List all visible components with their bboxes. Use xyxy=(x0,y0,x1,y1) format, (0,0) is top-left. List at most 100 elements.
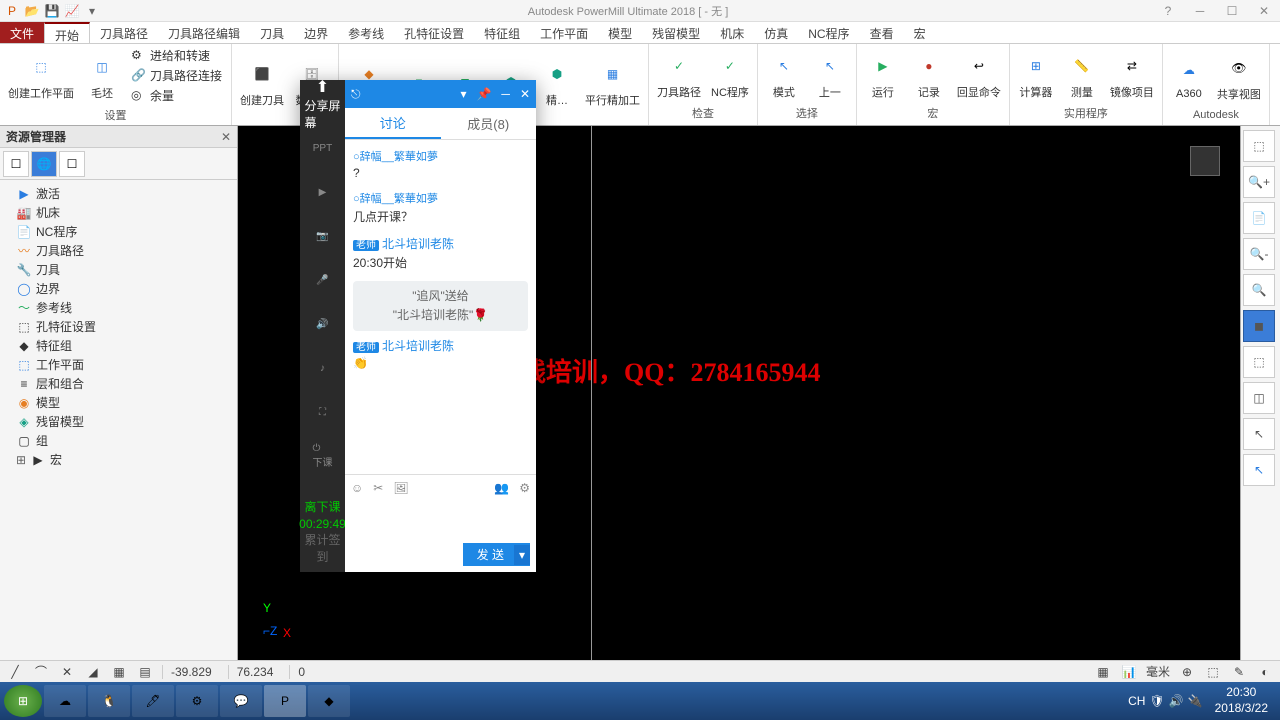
thickness-button[interactable]: ◎余量 xyxy=(128,86,225,105)
tab-macro[interactable]: 宏 xyxy=(904,22,936,43)
share-screen-button[interactable]: ⬆分享屏幕 xyxy=(305,86,341,122)
tree-item[interactable]: ◈残留模型 xyxy=(4,412,233,431)
video-button[interactable]: ▶ xyxy=(305,174,341,210)
tray-icon[interactable]: 🔌 xyxy=(1188,694,1203,708)
mic-button[interactable]: 🎤 xyxy=(305,262,341,298)
chat-close-icon[interactable]: ✕ xyxy=(520,87,530,101)
taskbar-app[interactable]: ⚙ xyxy=(176,685,218,717)
tree-item[interactable]: ◉模型 xyxy=(4,393,233,412)
emoji-icon[interactable]: ☺ xyxy=(351,481,363,495)
tree-item[interactable]: ⊞▶宏 xyxy=(4,450,233,469)
tree-item[interactable]: ◯边界 xyxy=(4,279,233,298)
tree-item[interactable]: 〰刀具路径 xyxy=(4,241,233,260)
tab-stock[interactable]: 残留模型 xyxy=(642,22,710,43)
explorer-close-icon[interactable]: ✕ xyxy=(221,130,231,144)
status-icon[interactable]: ⊕ xyxy=(1178,663,1196,681)
toolpath-link-button[interactable]: 🔗刀具路径连接 xyxy=(128,66,225,85)
create-workplane-button[interactable]: ⬚创建工作平面 xyxy=(6,49,76,103)
tab-file[interactable]: 文件 xyxy=(0,22,44,43)
tree-item[interactable]: ▶激活 xyxy=(4,184,233,203)
chat-share-icon[interactable]: ⎋ xyxy=(351,87,361,102)
chat-messages[interactable]: ○辞幅__繁華如夢? ○辞幅__繁華如夢几点开课？ 老师北斗培训老陈20:30开… xyxy=(345,140,536,474)
tree-item[interactable]: ▢组 xyxy=(4,431,233,450)
cursor-tool[interactable]: ↖ xyxy=(1243,418,1275,450)
tab-model[interactable]: 模型 xyxy=(598,22,642,43)
status-icon[interactable]: ✕ xyxy=(58,663,76,681)
status-icon[interactable]: ◢ xyxy=(84,663,102,681)
tree-item[interactable]: 📄NC程序 xyxy=(4,222,233,241)
tab-tools[interactable]: 刀具 xyxy=(250,22,294,43)
tab-holes[interactable]: 孔特征设置 xyxy=(394,22,474,43)
taskbar-app[interactable]: 🖊 xyxy=(132,685,174,717)
explorer-tool1[interactable]: ☐ xyxy=(3,151,29,177)
tab-home[interactable]: 开始 xyxy=(44,22,90,43)
strategy4-button[interactable]: ⬢精… xyxy=(537,56,577,110)
music-button[interactable]: ♪ xyxy=(305,350,341,386)
tree-item[interactable]: 〜参考线 xyxy=(4,298,233,317)
minimize-icon[interactable]: ─ xyxy=(1188,4,1212,18)
view-tool-iso[interactable]: ⬚ xyxy=(1243,130,1275,162)
cube-tool[interactable]: ◫ xyxy=(1243,382,1275,414)
tab-toolpath[interactable]: 刀具路径 xyxy=(90,22,158,43)
save-icon[interactable]: 💾 xyxy=(44,3,60,19)
taskbar-app[interactable]: ☁ xyxy=(44,685,86,717)
calculator-button[interactable]: ⊞计算器 xyxy=(1016,48,1056,102)
chat-dropdown-icon[interactable]: ▾ xyxy=(460,87,466,101)
ppt-button[interactable]: PPT xyxy=(305,130,341,166)
tab-toolpath-edit[interactable]: 刀具路径编辑 xyxy=(158,22,250,43)
tab-boundary[interactable]: 边界 xyxy=(294,22,338,43)
arc-tool-icon[interactable]: ⌒ xyxy=(32,663,50,681)
create-tool-button[interactable]: ⬛创建刀具 xyxy=(238,56,286,110)
image-icon[interactable]: 🖼 xyxy=(393,481,408,495)
status-icon[interactable]: ▦ xyxy=(110,663,128,681)
chat-minimize-icon[interactable]: ─ xyxy=(501,87,510,101)
users-icon[interactable]: 👥 xyxy=(494,481,509,495)
status-icon[interactable]: ✎ xyxy=(1230,663,1248,681)
check-toolpath-button[interactable]: ✓刀具路径 xyxy=(655,48,703,102)
cursor2-tool[interactable]: ↖ xyxy=(1243,454,1275,486)
status-icon[interactable]: ◐ xyxy=(1256,663,1274,681)
zoom-fit-icon[interactable]: 🔍 xyxy=(1243,274,1275,306)
status-icon[interactable]: ▦ xyxy=(1094,663,1112,681)
run-button[interactable]: ▶运行 xyxy=(863,48,903,102)
help-icon[interactable]: ? xyxy=(1156,4,1180,18)
stock-button[interactable]: ◫毛坯 xyxy=(82,49,122,103)
select-mode-button[interactable]: ↖模式 xyxy=(764,48,804,102)
tab-view[interactable]: 查看 xyxy=(860,22,904,43)
measure-button[interactable]: 📏测量 xyxy=(1062,48,1102,102)
expand-button[interactable]: ⛶ xyxy=(305,394,341,430)
tab-workplane[interactable]: 工作平面 xyxy=(530,22,598,43)
tree-item[interactable]: 🔧刀具 xyxy=(4,260,233,279)
ime-indicator[interactable]: CH xyxy=(1128,694,1145,708)
zoom-in-icon[interactable]: 🔍+ xyxy=(1243,166,1275,198)
select-prev-button[interactable]: ↖上一 xyxy=(810,48,850,102)
tree-item[interactable]: ◆特征组 xyxy=(4,336,233,355)
start-button[interactable]: ⊞ xyxy=(4,685,42,717)
zoom-out-icon[interactable]: 🔍- xyxy=(1243,238,1275,270)
tab-feature[interactable]: 特征组 xyxy=(474,22,530,43)
qat-dropdown-icon[interactable]: ▾ xyxy=(84,3,100,19)
status-icon[interactable]: ⬚ xyxy=(1204,663,1222,681)
tree-item[interactable]: 🏭机床 xyxy=(4,203,233,222)
tray-icon[interactable]: 🛡 xyxy=(1149,694,1164,708)
tree-item[interactable]: ⬚工作平面 xyxy=(4,355,233,374)
tray-icon[interactable]: 🔊 xyxy=(1169,694,1184,708)
chat-pin-icon[interactable]: 📌 xyxy=(476,87,491,101)
share-view-button[interactable]: 👁共享视图 xyxy=(1215,50,1263,104)
line-tool-icon[interactable]: ╱ xyxy=(6,663,24,681)
feed-speed-button[interactable]: ⚙进给和转速 xyxy=(128,46,225,65)
scissors-icon[interactable]: ✂ xyxy=(373,481,383,495)
taskbar-app[interactable]: ◆ xyxy=(308,685,350,717)
close-icon[interactable]: ✕ xyxy=(1252,4,1276,18)
taskbar-powermill[interactable]: P xyxy=(264,685,306,717)
power-button[interactable]: ⏻下课 xyxy=(305,438,341,474)
status-icon[interactable]: 📊 xyxy=(1120,663,1138,681)
view-cube[interactable] xyxy=(1190,146,1220,176)
mirror-button[interactable]: ⇄镜像项目 xyxy=(1108,48,1156,102)
tab-refline[interactable]: 参考线 xyxy=(338,22,394,43)
check-nc-button[interactable]: ✓NC程序 xyxy=(709,48,751,102)
chart-icon[interactable]: 📈 xyxy=(64,3,80,19)
send-button[interactable]: 发 送▾ xyxy=(463,543,530,566)
tab-machine[interactable]: 机床 xyxy=(710,22,754,43)
clock[interactable]: 20:302018/3/22 xyxy=(1207,685,1276,716)
